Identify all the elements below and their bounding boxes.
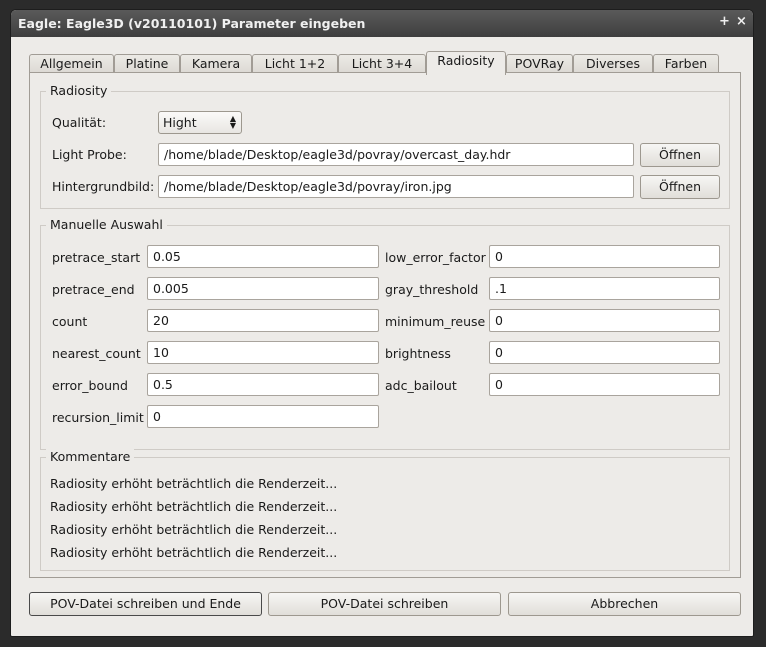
recursion-limit-input[interactable]: 0 — [147, 405, 379, 428]
manual-selection-group: Manuelle Auswahl pretrace_start 0.05 pre… — [40, 217, 730, 450]
background-image-label: Hintergrundbild: — [52, 179, 155, 194]
background-image-input[interactable]: /home/blade/Desktop/eagle3d/povray/iron.… — [158, 175, 634, 198]
cancel-button[interactable]: Abbrechen — [508, 592, 741, 616]
manual-selection-legend: Manuelle Auswahl — [46, 217, 167, 232]
title-bar[interactable]: Eagle: Eagle3D (v20110101) Parameter ein… — [11, 10, 753, 37]
maximize-icon[interactable]: + — [719, 14, 730, 29]
write-pov-and-exit-button[interactable]: POV-Datei schreiben und Ende — [29, 592, 262, 616]
comments-legend: Kommentare — [46, 449, 135, 464]
tab-farben[interactable]: Farben — [653, 54, 719, 73]
quality-select[interactable]: Hight ▲ ▼ — [158, 111, 242, 134]
comment-line: Radiosity erhöht beträchtlich die Render… — [50, 522, 338, 537]
tab-allgemein[interactable]: Allgemein — [29, 54, 114, 73]
pretrace-start-label: pretrace_start — [52, 250, 141, 265]
light-probe-open-button[interactable]: Öffnen — [640, 143, 720, 167]
updown-arrows-icon: ▲ ▼ — [229, 114, 236, 130]
minimum-reuse-input[interactable]: 0 — [489, 309, 720, 332]
error-bound-input[interactable]: 0.5 — [147, 373, 379, 396]
low-error-factor-label: low_error_factor — [385, 250, 486, 265]
brightness-input[interactable]: 0 — [489, 341, 720, 364]
tab-platine[interactable]: Platine — [114, 54, 180, 73]
pretrace-end-input[interactable]: 0.005 — [147, 277, 379, 300]
count-label: count — [52, 314, 88, 329]
tab-radiosity[interactable]: Radiosity — [426, 51, 506, 75]
gray-threshold-input[interactable]: .1 — [489, 277, 720, 300]
close-icon[interactable]: × — [736, 14, 747, 29]
tab-licht-1-2[interactable]: Licht 1+2 — [252, 54, 338, 73]
comments-group: Kommentare Radiosity erhöht beträchtlich… — [40, 449, 730, 571]
light-probe-label: Light Probe: — [52, 147, 127, 162]
adc-bailout-label: adc_bailout — [385, 378, 457, 393]
error-bound-label: error_bound — [52, 378, 128, 393]
tab-licht-3-4[interactable]: Licht 3+4 — [338, 54, 426, 73]
write-pov-button[interactable]: POV-Datei schreiben — [268, 592, 501, 616]
tab-kamera[interactable]: Kamera — [180, 54, 252, 73]
nearest-count-input[interactable]: 10 — [147, 341, 379, 364]
gray-threshold-label: gray_threshold — [385, 282, 479, 297]
adc-bailout-input[interactable]: 0 — [489, 373, 720, 396]
brightness-label: brightness — [385, 346, 451, 361]
nearest-count-label: nearest_count — [52, 346, 141, 361]
pretrace-end-label: pretrace_end — [52, 282, 135, 297]
comment-line: Radiosity erhöht beträchtlich die Render… — [50, 545, 338, 560]
tab-povray[interactable]: POVRay — [506, 54, 573, 73]
recursion-limit-label: recursion_limit — [52, 410, 144, 425]
quality-select-value: Hight — [163, 115, 197, 130]
radiosity-group: Radiosity Qualität: Hight ▲ ▼ Light Probe… — [40, 83, 730, 209]
radiosity-legend: Radiosity — [46, 83, 112, 98]
comment-line: Radiosity erhöht beträchtlich die Render… — [50, 499, 338, 514]
low-error-factor-input[interactable]: 0 — [489, 245, 720, 268]
light-probe-input[interactable]: /home/blade/Desktop/eagle3d/povray/overc… — [158, 143, 634, 166]
dialog-window: Eagle: Eagle3D (v20110101) Parameter ein… — [10, 9, 754, 637]
background-image-open-button[interactable]: Öffnen — [640, 175, 720, 199]
comment-line: Radiosity erhöht beträchtlich die Render… — [50, 476, 338, 491]
radiosity-tab-panel: Radiosity Qualität: Hight ▲ ▼ Light Probe… — [29, 72, 741, 578]
window-title: Eagle: Eagle3D (v20110101) Parameter ein… — [18, 16, 366, 31]
count-input[interactable]: 20 — [147, 309, 379, 332]
minimum-reuse-label: minimum_reuse — [385, 314, 486, 329]
tab-diverses[interactable]: Diverses — [573, 54, 653, 73]
pretrace-start-input[interactable]: 0.05 — [147, 245, 379, 268]
quality-label: Qualität: — [52, 115, 107, 130]
